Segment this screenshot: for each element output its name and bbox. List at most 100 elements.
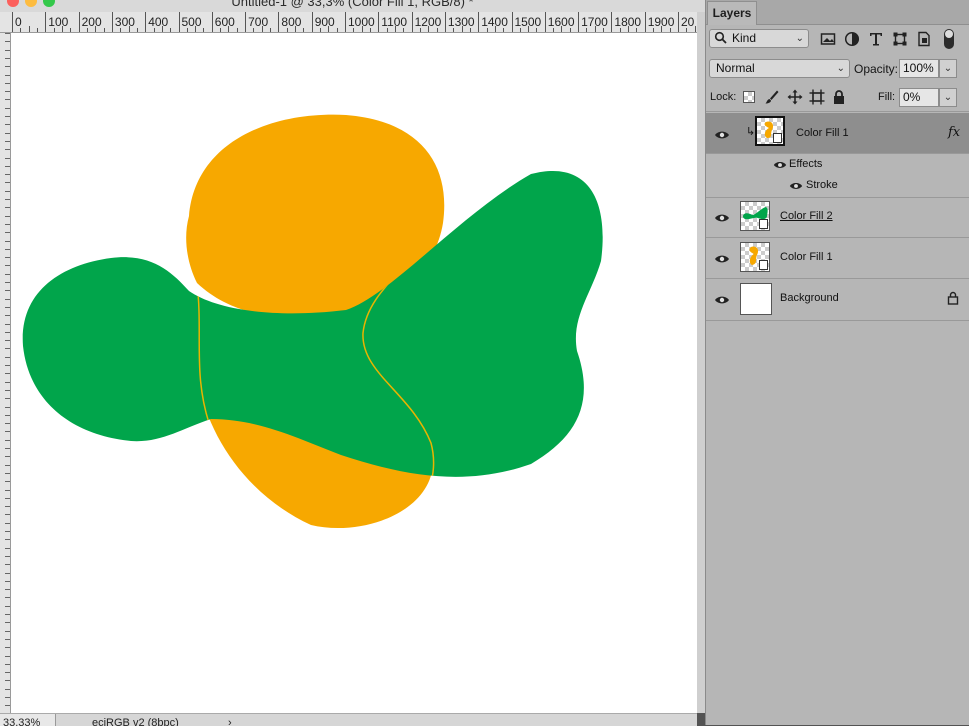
ruler-label: 200 xyxy=(81,15,102,29)
lock-position-icon[interactable] xyxy=(787,89,803,105)
ruler-minor-tick xyxy=(536,28,538,32)
layer-row-color-fill-2[interactable]: Color Fill 2 xyxy=(706,197,969,238)
lock-image-pixels-icon[interactable] xyxy=(764,89,780,105)
ruler-tick xyxy=(5,66,10,68)
ruler-tick xyxy=(611,12,613,32)
ruler-tick xyxy=(5,257,10,259)
lock-icon[interactable] xyxy=(947,291,959,305)
layer-thumbnail[interactable] xyxy=(740,283,772,315)
layer-effects-row[interactable]: Effects xyxy=(737,154,969,175)
ruler-tick xyxy=(5,680,10,682)
layer-row-color-fill-1-selected[interactable]: ↳ Color Fill 1 fx xyxy=(706,113,969,154)
ruler-tick xyxy=(5,340,10,342)
ruler-tick xyxy=(5,331,10,333)
layers-panel: Layers Kind ⌄ Normal ⌄ Opacity: 100% ⌄ L… xyxy=(705,0,969,725)
opacity-dropdown-button[interactable]: ⌄ xyxy=(939,59,957,78)
chevron-down-icon: ⌄ xyxy=(795,33,804,44)
ruler-minor-tick xyxy=(128,26,130,32)
ruler-minor-tick xyxy=(528,26,530,32)
ruler-tick xyxy=(411,12,413,32)
ruler-tick xyxy=(5,431,10,433)
ruler-tick xyxy=(5,140,10,142)
layer-name[interactable]: Color Fill 1 xyxy=(780,251,833,263)
ruler-tick xyxy=(5,580,10,582)
ruler-minor-tick xyxy=(36,28,38,32)
layer-name[interactable]: Background xyxy=(780,292,839,304)
status-menu-arrow[interactable]: › xyxy=(228,714,232,726)
ruler-minor-tick xyxy=(653,28,655,32)
ruler-tick xyxy=(5,531,10,532)
ruler-minor-tick xyxy=(236,28,238,32)
smart-object-badge-icon xyxy=(759,219,768,229)
visibility-eye-icon[interactable] xyxy=(789,179,803,193)
shape-layer-filter-icon[interactable] xyxy=(892,31,908,47)
ruler-label: 400 xyxy=(148,15,169,29)
ruler-tick xyxy=(211,12,213,32)
lock-transparent-pixels-icon[interactable] xyxy=(743,91,755,103)
blend-mode-select[interactable]: Normal ⌄ xyxy=(709,59,850,78)
adjustment-layer-filter-icon[interactable] xyxy=(844,31,860,47)
opacity-field[interactable]: 100% xyxy=(899,59,939,78)
ruler-minor-tick xyxy=(603,28,605,32)
ruler-tick xyxy=(45,12,47,32)
fill-field[interactable]: 0% xyxy=(899,88,939,107)
layer-thumbnail[interactable] xyxy=(740,242,770,272)
ruler-label: 900 xyxy=(314,15,335,29)
ruler-tick xyxy=(5,57,10,59)
ruler-tick xyxy=(5,555,10,557)
ruler-tick xyxy=(5,406,10,408)
ruler-minor-tick xyxy=(28,26,30,32)
ruler-tick xyxy=(5,74,10,76)
fx-icon[interactable]: fx xyxy=(948,125,960,140)
ruler-tick xyxy=(5,489,10,491)
ruler-minor-tick xyxy=(195,26,197,32)
layer-effect-stroke-row[interactable]: Stroke xyxy=(737,175,969,198)
layer-thumbnail[interactable] xyxy=(740,201,770,231)
visibility-eye-icon[interactable] xyxy=(773,158,787,172)
visibility-eye-icon[interactable] xyxy=(714,251,730,267)
document-canvas[interactable] xyxy=(11,33,697,713)
smart-object-filter-icon[interactable] xyxy=(916,31,932,47)
vertical-ruler[interactable] xyxy=(0,33,11,713)
layer-row-color-fill-1[interactable]: Color Fill 1 xyxy=(706,238,969,279)
ruler-minor-tick xyxy=(228,26,230,32)
ruler-tick xyxy=(245,12,247,32)
lock-artboard-icon[interactable] xyxy=(809,89,825,105)
ruler-minor-tick xyxy=(469,28,471,32)
ruler-corner[interactable] xyxy=(0,12,10,33)
ruler-minor-tick xyxy=(320,28,322,32)
ruler-tick xyxy=(5,165,10,167)
ruler-minor-tick xyxy=(61,26,63,32)
layer-name[interactable]: Color Fill 2 xyxy=(780,210,833,222)
ruler-label: 700 xyxy=(248,15,269,29)
lock-fill-row: Lock: Fill: 0% ⌄ xyxy=(706,84,969,112)
ruler-tick xyxy=(12,12,13,32)
type-layer-filter-icon[interactable] xyxy=(868,31,884,47)
ruler-tick xyxy=(5,190,10,192)
visibility-eye-icon[interactable] xyxy=(714,127,730,143)
ruler-minor-tick xyxy=(95,26,97,32)
visibility-eye-icon[interactable] xyxy=(714,210,730,226)
layer-name[interactable]: Color Fill 1 xyxy=(796,127,849,139)
ruler-tick xyxy=(678,12,679,32)
fill-dropdown-button[interactable]: ⌄ xyxy=(939,88,957,107)
tab-layers[interactable]: Layers xyxy=(707,1,757,25)
ruler-minor-tick xyxy=(386,28,388,32)
ruler-minor-tick xyxy=(86,28,88,32)
layer-thumbnail[interactable] xyxy=(755,116,785,146)
lock-all-icon[interactable] xyxy=(831,89,847,105)
fill-label: Fill: xyxy=(878,91,896,103)
pixel-layer-filter-icon[interactable] xyxy=(820,31,836,47)
ruler-tick xyxy=(5,265,10,267)
visibility-eye-icon[interactable] xyxy=(714,292,730,308)
ruler-tick xyxy=(5,655,10,657)
horizontal-ruler[interactable]: 0 100 200 300 400 500 600 700 800 900 1000 1100 1200… xyxy=(10,12,698,33)
vertical-scrollbar[interactable] xyxy=(697,12,705,713)
zoom-level-field[interactable]: 33,33% xyxy=(0,714,56,726)
filter-toggle-switch[interactable] xyxy=(944,29,954,49)
filter-kind-select[interactable]: Kind ⌄ xyxy=(709,29,809,48)
ruler-label: 500 xyxy=(181,15,202,29)
ruler-tick xyxy=(5,240,10,242)
layer-row-background[interactable]: Background xyxy=(706,279,969,321)
ruler-minor-tick xyxy=(136,28,138,32)
